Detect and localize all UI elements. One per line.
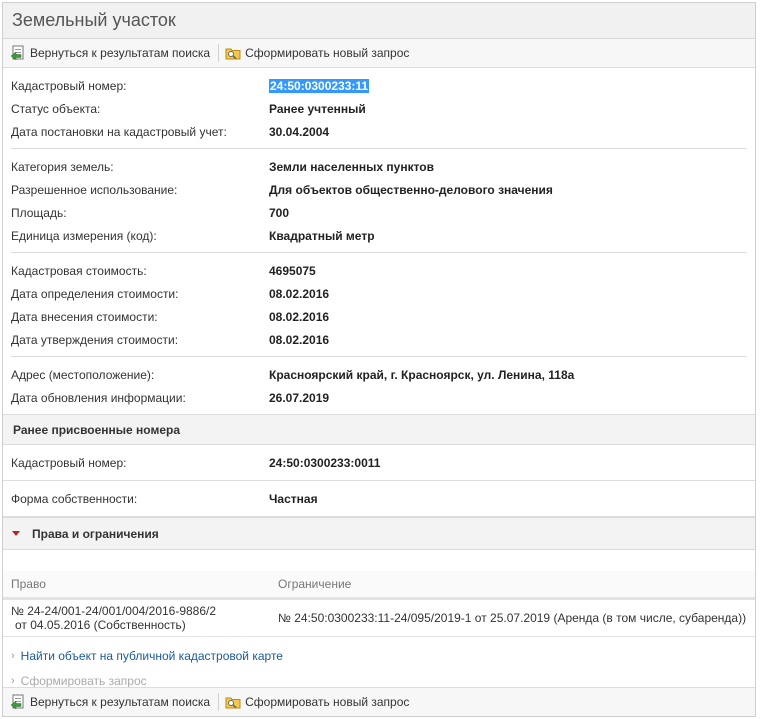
rights-heading: Права и ограничения xyxy=(32,526,159,541)
column-header-restriction: Ограничение xyxy=(270,571,755,600)
valuation-date-value: 08.02.2016 xyxy=(269,286,330,301)
land-category-value: Земли населенных пунктов xyxy=(269,159,435,174)
detail-row: Площадь: 700 xyxy=(11,201,747,224)
cadastral-number-value[interactable]: 24:50:0300233:11 xyxy=(269,78,370,93)
permitted-use-value: Для объектов общественно-делового значен… xyxy=(269,182,553,197)
table-row: № 24-24/001-24/001/004/2016-9886/2 от 04… xyxy=(3,598,755,637)
collapse-triangle-icon xyxy=(12,531,20,536)
land-plot-panel: Земельный участок Вернуться к результата… xyxy=(2,2,756,717)
property-details: Кадастровый номер: 24:50:0300233:11 Стат… xyxy=(3,68,755,414)
detail-row: Дата обновления информации: 26.07.2019 xyxy=(11,386,747,409)
toolbar-divider xyxy=(218,44,220,62)
new-request-label: Сформировать новый запрос xyxy=(245,695,410,709)
registration-date-value: 30.04.2004 xyxy=(269,124,330,139)
unit-label: Единица измерения (код): xyxy=(11,228,157,243)
top-toolbar: Вернуться к результатам поиска Сформиров… xyxy=(3,39,755,68)
bottom-toolbar: Вернуться к результатам поиска Сформиров… xyxy=(3,687,755,716)
entry-date-label: Дата внесения стоимости: xyxy=(11,309,158,324)
identification-group: Кадастровый номер: 24:50:0300233:11 Стат… xyxy=(11,68,747,149)
detail-row: Адрес (местоположение): Красноярский кра… xyxy=(11,363,747,386)
cadastral-value-value: 4695075 xyxy=(269,263,316,278)
address-label: Адрес (местоположение): xyxy=(11,367,155,382)
detail-row: Дата утверждения стоимости: 08.02.2016 xyxy=(11,328,747,351)
rights-table-header: Право Ограничение xyxy=(3,571,755,600)
back-arrow-icon xyxy=(10,694,26,710)
right-number: № 24-24/001-24/001/004/2016-9886/2 xyxy=(11,604,217,618)
address-value: Красноярский край, г. Красноярск, ул. Ле… xyxy=(269,367,575,382)
back-to-results-button-bottom[interactable]: Вернуться к результатам поиска xyxy=(10,694,210,710)
action-links: › Найти объект на публичной кадастровой … xyxy=(3,637,755,693)
previous-number-row: Кадастровый номер: 24:50:0300233:0011 xyxy=(3,445,755,481)
folder-search-icon xyxy=(225,45,241,61)
restriction-cell: № 24:50:0300233:11-24/095/2019-1 от 25.0… xyxy=(270,598,755,637)
new-request-button[interactable]: Сформировать новый запрос xyxy=(225,45,409,61)
status-value: Ранее учтенный xyxy=(269,101,366,116)
right-date: от 04.05.2016 (Собственность) xyxy=(15,618,186,632)
area-label: Площадь: xyxy=(11,205,67,220)
detail-row: Статус объекта: Ранее учтенный xyxy=(11,97,747,120)
ownership-label: Форма собственности: xyxy=(11,491,138,506)
right-cell: № 24-24/001-24/001/004/2016-9886/2 от 04… xyxy=(3,598,270,637)
cadastral-value-label: Кадастровая стоимость: xyxy=(11,263,147,278)
detail-row: Разрешенное использование: Для объектов … xyxy=(11,178,747,201)
public-map-link[interactable]: Найти объект на публичной кадастровой ка… xyxy=(21,649,283,663)
folder-search-icon xyxy=(225,694,241,710)
ownership-value: Частная xyxy=(269,491,318,506)
area-value: 700 xyxy=(269,205,290,220)
column-header-right: Право xyxy=(3,571,270,600)
chevron-right-icon: › xyxy=(11,674,15,687)
detail-row: Дата определения стоимости: 08.02.2016 xyxy=(11,282,747,305)
back-to-results-label: Вернуться к результатам поиска xyxy=(30,46,211,60)
address-group: Адрес (местоположение): Красноярский кра… xyxy=(11,357,747,414)
back-arrow-icon xyxy=(10,45,26,61)
detail-row: Единица измерения (код): Квадратный метр xyxy=(11,224,747,247)
land-info-group: Категория земель: Земли населенных пункт… xyxy=(11,149,747,253)
entry-date-value: 08.02.2016 xyxy=(269,309,330,324)
request-link[interactable]: Сформировать запрос xyxy=(21,674,147,688)
detail-row: Категория земель: Земли населенных пункт… xyxy=(11,155,747,178)
new-request-button-bottom[interactable]: Сформировать новый запрос xyxy=(225,694,409,710)
update-date-value: 26.07.2019 xyxy=(269,390,330,405)
permitted-use-label: Разрешенное использование: xyxy=(11,182,178,197)
previous-numbers-heading: Ранее присвоенные номера xyxy=(3,414,755,445)
back-to-results-label: Вернуться к результатам поиска xyxy=(30,695,211,709)
detail-row: Дата внесения стоимости: 08.02.2016 xyxy=(11,305,747,328)
previous-number-label: Кадастровый номер: xyxy=(11,455,127,470)
detail-row: Кадастровый номер: 24:50:0300233:11 xyxy=(11,74,747,97)
approval-date-label: Дата утверждения стоимости: xyxy=(11,332,179,347)
toolbar-divider xyxy=(218,693,220,711)
valuation-group: Кадастровая стоимость: 4695075 Дата опре… xyxy=(11,253,747,357)
land-category-label: Категория земель: xyxy=(11,159,114,174)
page-title: Земельный участок xyxy=(3,3,755,39)
approval-date-value: 08.02.2016 xyxy=(269,332,330,347)
back-to-results-button[interactable]: Вернуться к результатам поиска xyxy=(10,45,210,61)
status-label: Статус объекта: xyxy=(11,101,101,116)
ownership-row: Форма собственности: Частная xyxy=(3,481,755,517)
rights-table: Право Ограничение № 24-24/001-24/001/004… xyxy=(3,571,755,637)
unit-value: Квадратный метр xyxy=(269,228,375,243)
valuation-date-label: Дата определения стоимости: xyxy=(11,286,179,301)
previous-number-value: 24:50:0300233:0011 xyxy=(269,455,381,470)
detail-row: Дата постановки на кадастровый учет: 30.… xyxy=(11,120,747,143)
chevron-right-icon: › xyxy=(11,649,15,662)
registration-date-label: Дата постановки на кадастровый учет: xyxy=(11,124,227,139)
detail-row: Кадастровая стоимость: 4695075 xyxy=(11,259,747,282)
update-date-label: Дата обновления информации: xyxy=(11,390,186,405)
rights-toggle[interactable]: Права и ограничения xyxy=(3,517,755,550)
cadastral-number-label: Кадастровый номер: xyxy=(11,78,127,93)
new-request-label: Сформировать новый запрос xyxy=(245,46,410,60)
map-link-row: › Найти объект на публичной кадастровой … xyxy=(11,643,755,668)
